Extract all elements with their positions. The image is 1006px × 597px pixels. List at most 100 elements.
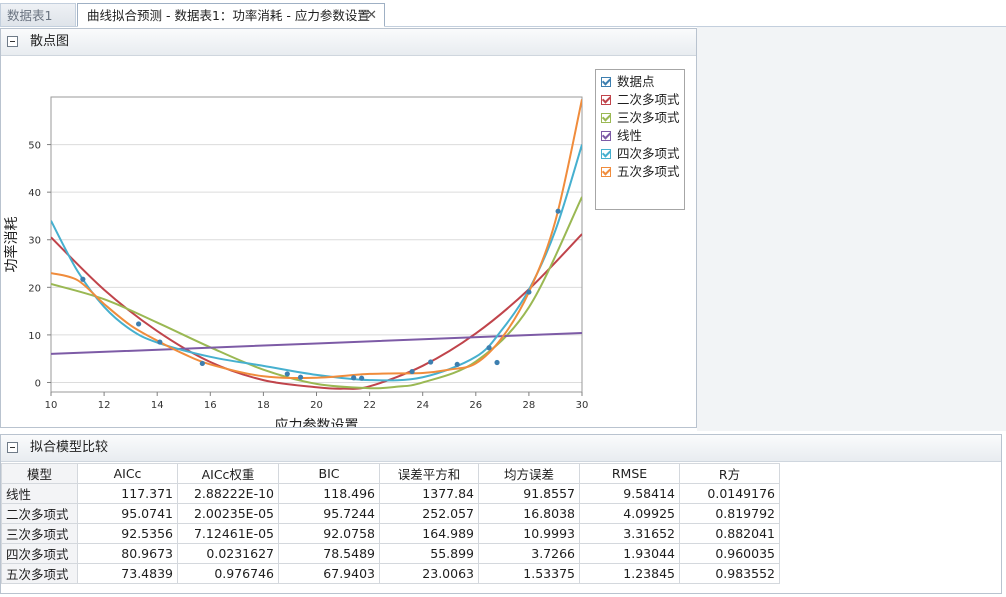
- legend-item-quadratic[interactable]: 二次多项式: [601, 92, 680, 108]
- x-tick-label: 24: [416, 400, 429, 411]
- table-cell[interactable]: 1.93044: [579, 543, 680, 564]
- table-cell[interactable]: 3.7266: [478, 543, 580, 564]
- data-point: [494, 359, 500, 366]
- table-cell[interactable]: 0.0149176: [679, 483, 780, 504]
- table-cell[interactable]: 92.0758: [278, 523, 380, 544]
- close-icon[interactable]: ✕: [366, 4, 377, 27]
- table-cell[interactable]: 7.12461E-05: [177, 523, 279, 544]
- table-cell[interactable]: 55.899: [379, 543, 479, 564]
- table-cell[interactable]: 0.882041: [679, 523, 780, 544]
- table-cell[interactable]: 0.960035: [679, 543, 780, 564]
- y-axis-label: 功率消耗: [3, 217, 20, 273]
- column-header[interactable]: R方: [679, 463, 780, 484]
- table-cell[interactable]: 0.983552: [679, 563, 780, 584]
- table-cell[interactable]: 4.09925: [579, 503, 680, 524]
- fit-curve-二次多项式: [51, 233, 582, 390]
- legend-item-quintic[interactable]: 五次多项式: [601, 164, 680, 180]
- table-row[interactable]: 线性 117.371 2.88222E-10 118.496 1377.84 9…: [1, 483, 780, 504]
- legend-item-quartic[interactable]: 四次多项式: [601, 146, 680, 162]
- table-cell[interactable]: 1377.84: [379, 483, 479, 504]
- data-point: [359, 375, 365, 381]
- table-header-row: 模型 AICc AICc权重 BIC 误差平方和 均方误差 RMSE R方: [1, 463, 780, 484]
- data-point: [409, 368, 415, 375]
- table-cell[interactable]: 23.0063: [379, 563, 479, 584]
- column-header[interactable]: AICc权重: [177, 463, 279, 484]
- table-cell[interactable]: 2.00235E-05: [177, 503, 279, 524]
- scatter-chart: 0 10 20 30 40 50 10 12 14 16 18 20 22 24 26 28 30 应力参数设置…: [3, 96, 588, 427]
- checkbox-icon[interactable]: [601, 149, 611, 159]
- table-cell[interactable]: 0.0231627: [177, 543, 279, 564]
- y-tick-label: 20: [28, 283, 41, 294]
- model-cell[interactable]: 二次多项式: [1, 503, 78, 524]
- table-row[interactable]: 五次多项式 73.4839 0.976746 67.9403 23.0063 1…: [1, 563, 780, 584]
- legend-item-cubic[interactable]: 三次多项式: [601, 110, 680, 126]
- collapse-icon[interactable]: [7, 36, 18, 47]
- empty-workspace-area: [697, 27, 1006, 431]
- model-cell[interactable]: 四次多项式: [1, 543, 78, 564]
- table-row[interactable]: 四次多项式 80.9673 0.0231627 78.5489 55.899 3…: [1, 543, 780, 564]
- table-cell[interactable]: 9.58414: [579, 483, 680, 504]
- collapse-icon[interactable]: [7, 442, 18, 453]
- table-cell[interactable]: 80.9673: [77, 543, 178, 564]
- x-tick-label: 10: [45, 400, 58, 411]
- data-point: [454, 361, 460, 368]
- data-point: [351, 375, 357, 381]
- panel-title: 拟合模型比较: [30, 440, 109, 455]
- x-tick-label: 12: [98, 400, 111, 411]
- checkbox-icon[interactable]: [601, 77, 611, 87]
- x-tick-label: 22: [363, 400, 376, 411]
- plot-area-frame: [50, 96, 583, 393]
- table-cell[interactable]: 0.819792: [679, 503, 780, 524]
- model-cell[interactable]: 线性: [1, 483, 78, 504]
- y-tick-label: 50: [28, 141, 41, 152]
- data-point: [486, 345, 492, 351]
- scatter-plot-panel: 散点图 0 10 20 30 40 50 10 12 14 16 18 20 22 24 26 28 30 应力…: [0, 28, 697, 428]
- table-cell[interactable]: 91.8557: [478, 483, 580, 504]
- tab-curve-fit[interactable]: 曲线拟合预测 - 数据表1：功率消耗 - 应力参数设置 ✕: [77, 3, 385, 27]
- column-header[interactable]: RMSE: [579, 463, 680, 484]
- y-tick-label: 40: [28, 188, 41, 199]
- table-cell[interactable]: 0.976746: [177, 563, 279, 584]
- checkbox-icon[interactable]: [601, 167, 611, 177]
- table-cell[interactable]: 252.057: [379, 503, 479, 524]
- column-header[interactable]: AICc: [77, 463, 178, 484]
- table-cell[interactable]: 118.496: [278, 483, 380, 504]
- x-tick-label: 14: [151, 400, 164, 411]
- table-cell[interactable]: 16.8038: [478, 503, 580, 524]
- checkbox-icon[interactable]: [601, 131, 611, 141]
- legend-item-linear[interactable]: 线性: [601, 128, 642, 144]
- table-cell[interactable]: 10.9993: [478, 523, 580, 544]
- model-comparison-panel: 拟合模型比较 模型 AICc AICc权重 BIC 误差平方和 均方误差 RMS…: [0, 434, 1002, 594]
- tab-data-table[interactable]: 数据表1: [0, 3, 76, 26]
- table-cell[interactable]: 164.989: [379, 523, 479, 544]
- table-row[interactable]: 三次多项式 92.5356 7.12461E-05 92.0758 164.98…: [1, 523, 780, 544]
- table-cell[interactable]: 95.0741: [77, 503, 178, 524]
- panel-title: 散点图: [30, 34, 70, 49]
- data-point: [284, 371, 290, 377]
- data-point: [526, 289, 532, 295]
- table-cell[interactable]: 3.31652: [579, 523, 680, 544]
- checkbox-icon[interactable]: [601, 95, 611, 105]
- model-cell[interactable]: 五次多项式: [1, 563, 78, 584]
- table-cell[interactable]: 95.7244: [278, 503, 380, 524]
- table-cell[interactable]: 2.88222E-10: [177, 483, 279, 504]
- legend-label: 数据点: [617, 74, 655, 89]
- table-cell[interactable]: 92.5356: [77, 523, 178, 544]
- table-cell[interactable]: 1.23845: [579, 563, 680, 584]
- table-cell[interactable]: 67.9403: [278, 563, 380, 584]
- model-comparison-table: 模型 AICc AICc权重 BIC 误差平方和 均方误差 RMSE R方 线性…: [1, 463, 780, 584]
- table-cell[interactable]: 1.53375: [478, 563, 580, 584]
- column-header[interactable]: BIC: [278, 463, 380, 484]
- model-cell[interactable]: 三次多项式: [1, 523, 78, 544]
- table-cell[interactable]: 117.371: [77, 483, 178, 504]
- column-header[interactable]: 误差平方和: [379, 463, 479, 484]
- table-row[interactable]: 二次多项式 95.0741 2.00235E-05 95.7244 252.05…: [1, 503, 780, 524]
- column-header[interactable]: 模型: [1, 463, 78, 484]
- data-points: [80, 208, 561, 381]
- legend-item-points[interactable]: 数据点: [601, 74, 655, 90]
- fit-curves: [51, 99, 582, 390]
- table-cell[interactable]: 73.4839: [77, 563, 178, 584]
- checkbox-icon[interactable]: [601, 113, 611, 123]
- table-cell[interactable]: 78.5489: [278, 543, 380, 564]
- column-header[interactable]: 均方误差: [478, 463, 580, 484]
